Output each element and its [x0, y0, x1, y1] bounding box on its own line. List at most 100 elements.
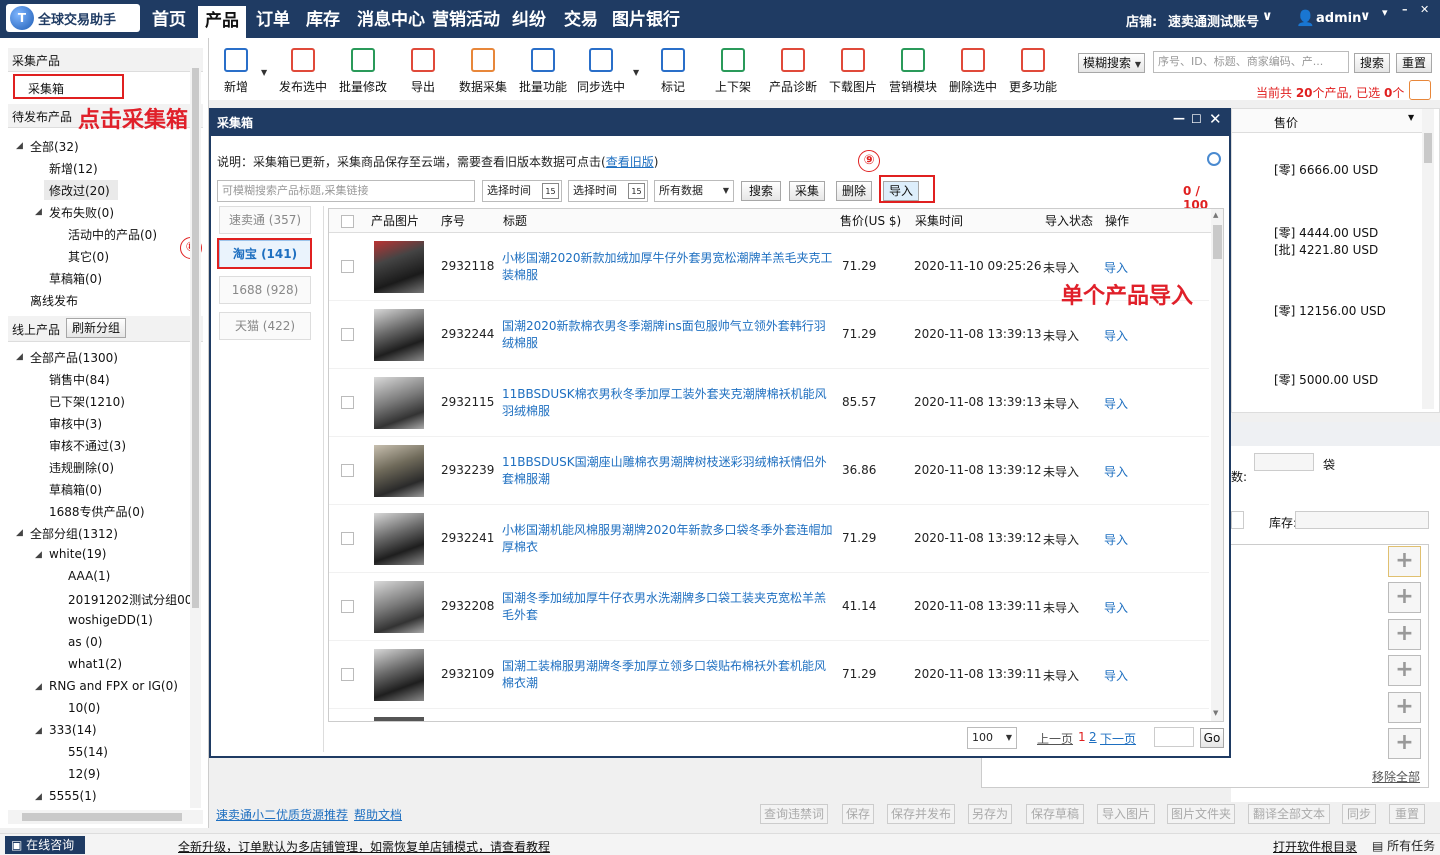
- caret-down-icon[interactable]: ▼: [633, 68, 639, 77]
- import-link[interactable]: 导入: [1104, 463, 1128, 480]
- batch-function-button[interactable]: 批量功能: [513, 46, 573, 95]
- chevron-down-icon[interactable]: ∨: [1360, 9, 1371, 24]
- save-as-button[interactable]: 另存为: [968, 804, 1012, 824]
- tree-item[interactable]: 销售中(84): [49, 371, 110, 388]
- shelve-button[interactable]: 上下架: [703, 46, 763, 95]
- tree-item[interactable]: 5555(1): [49, 789, 97, 803]
- tree-item[interactable]: what1(2): [68, 657, 122, 671]
- reset-button[interactable]: 重置: [1389, 804, 1425, 824]
- nav-trade[interactable]: 交易: [560, 0, 602, 38]
- row-checkbox[interactable]: [341, 464, 354, 477]
- chevron-down-icon[interactable]: ∨: [1262, 9, 1273, 24]
- tree-item[interactable]: RNG and FPX or IG(0): [49, 679, 178, 693]
- tree-item[interactable]: 全部分组(1312): [30, 525, 118, 542]
- source-tab-1688[interactable]: 1688 (928): [219, 276, 311, 304]
- batch-edit-button[interactable]: 批量修改: [333, 46, 393, 95]
- export-button[interactable]: 导出: [393, 46, 453, 95]
- minimize-icon[interactable]: —: [1173, 111, 1185, 125]
- add-image-button[interactable]: +: [1388, 728, 1421, 759]
- count-input[interactable]: [1254, 453, 1314, 471]
- sync-selected-button[interactable]: 同步选中: [571, 46, 631, 95]
- settings-sliders-icon[interactable]: [1409, 80, 1431, 100]
- tree-item[interactable]: 20191202测试分组001: [68, 591, 200, 608]
- product-title-link[interactable]: 11BBSDUSK棉衣男秋冬季加厚工装外套夹克潮牌棉袄机能风羽绒棉服: [502, 386, 834, 420]
- import-link[interactable]: 导入: [1104, 667, 1128, 684]
- tree-item[interactable]: 已下架(1210): [49, 393, 125, 410]
- row-checkbox[interactable]: [341, 260, 354, 273]
- table-row[interactable]: 2932115 11BBSDUSK棉衣男秋冬季加厚工装外套夹克潮牌棉袄机能风羽绒棉…: [329, 369, 1209, 437]
- table-row[interactable]: 2932109 国潮工装棉服男潮牌冬季加厚立领多口袋贴布棉袄外套机能风棉衣潮 71.…: [329, 641, 1209, 709]
- open-root-dir-link[interactable]: 打开软件根目录: [1273, 838, 1357, 855]
- publish-selected-button[interactable]: 发布选中: [273, 46, 333, 95]
- import-link[interactable]: 导入: [1104, 259, 1128, 276]
- tree-item[interactable]: 草稿箱(0): [49, 481, 102, 498]
- delete-button[interactable]: 删除: [836, 181, 872, 201]
- select-all-checkbox[interactable]: [341, 215, 354, 228]
- refresh-group-button[interactable]: 刷新分组: [66, 318, 126, 338]
- search-button[interactable]: 搜索: [741, 181, 781, 201]
- left-scrollbar[interactable]: [190, 48, 201, 808]
- menu-icon[interactable]: ▾: [1382, 6, 1388, 19]
- table-row[interactable]: 2932208 国潮冬季加绒加厚牛仔衣男水洗潮牌多口袋工装夹克宽松羊羔毛外套 41.…: [329, 573, 1209, 641]
- more-functions-button[interactable]: 更多功能: [1003, 46, 1063, 95]
- sync-button[interactable]: 同步: [1342, 804, 1376, 824]
- tree-item[interactable]: 新增(12): [49, 160, 98, 177]
- go-button[interactable]: Go: [1200, 728, 1224, 748]
- download-image-button[interactable]: 下载图片: [823, 46, 883, 95]
- tree-item[interactable]: 审核不通过(3): [49, 437, 126, 454]
- tree-item[interactable]: 离线发布: [30, 292, 78, 309]
- product-search-input[interactable]: 序号、ID、标题、商家编码、产...: [1153, 51, 1349, 73]
- nav-marketing[interactable]: 营销活动: [430, 0, 502, 38]
- stock-input[interactable]: [1295, 511, 1429, 529]
- minimize-icon[interactable]: –: [1402, 3, 1408, 16]
- tree-item[interactable]: 全部(32): [30, 138, 79, 155]
- tree-item[interactable]: 10(0): [68, 701, 100, 715]
- tree-item[interactable]: 全部产品(1300): [30, 349, 118, 366]
- product-title-link[interactable]: 11BBSDUSK国潮座山雕棉衣男潮牌树枝迷彩羽绒棉袄情侣外套棉服潮: [502, 454, 834, 488]
- source-recommend-link[interactable]: 速卖通小二优质货源推荐: [216, 806, 348, 823]
- marketing-module-button[interactable]: 营销模块: [883, 46, 943, 95]
- tree-item[interactable]: 发布失败(0): [49, 204, 114, 221]
- tree-item[interactable]: 333(14): [49, 723, 97, 737]
- product-title-link[interactable]: 小彬国潮2020新款加绒加厚牛仔外套男宽松潮牌羊羔毛夹克工装棉服: [502, 250, 834, 284]
- goto-page-input[interactable]: [1154, 727, 1194, 747]
- search-mode-select[interactable]: 模糊搜索 ▼: [1078, 53, 1145, 73]
- check-banned-words-button[interactable]: 查询违禁词: [760, 804, 828, 824]
- tree-item[interactable]: 1688专供产品(0): [49, 503, 145, 520]
- close-icon[interactable]: ✕: [1209, 110, 1222, 128]
- tree-item[interactable]: 修改过(20): [49, 182, 110, 199]
- tree-item[interactable]: woshigeDD(1): [68, 613, 153, 627]
- import-image-button[interactable]: 导入图片: [1097, 804, 1155, 824]
- save-button[interactable]: 保存: [842, 804, 874, 824]
- nav-products[interactable]: 产品: [198, 6, 246, 38]
- caret-down-icon[interactable]: ▼: [261, 68, 267, 77]
- import-link[interactable]: 导入: [1104, 599, 1128, 616]
- tree-item[interactable]: 活动中的产品(0): [68, 226, 157, 243]
- tree-item[interactable]: white(19): [49, 547, 106, 561]
- collect-search-input[interactable]: 可模糊搜索产品标题,采集链接: [217, 180, 475, 202]
- source-tab-aliexpress[interactable]: 速卖通 (357): [219, 206, 311, 234]
- nav-orders[interactable]: 订单: [252, 0, 294, 38]
- table-scrollbar[interactable]: ▲ ▼: [1211, 209, 1223, 721]
- nav-disputes[interactable]: 纠纷: [508, 0, 550, 38]
- table-row[interactable]: 2932241 小彬国潮机能风棉服男潮牌2020年新款多口袋冬季外套连帽加厚棉衣 7…: [329, 505, 1209, 573]
- all-tasks-button[interactable]: ▤ 所有任务: [1372, 837, 1435, 854]
- row-checkbox[interactable]: [341, 600, 354, 613]
- online-consult-button[interactable]: ▣ 在线咨询: [5, 836, 85, 854]
- product-title-link[interactable]: 小彬国潮机能风棉服男潮牌2020年新款多口袋冬季外套连帽加厚棉衣: [502, 522, 834, 556]
- reset-button[interactable]: 重置: [1396, 53, 1432, 73]
- table-row[interactable]: 2932239 11BBSDUSK国潮座山雕棉衣男潮牌树枝迷彩羽绒棉袄情侣外套棉服…: [329, 437, 1209, 505]
- add-image-button[interactable]: +: [1388, 582, 1421, 613]
- user-menu[interactable]: admin: [1316, 11, 1361, 26]
- mark-button[interactable]: 标记: [643, 46, 703, 95]
- row-checkbox[interactable]: [341, 532, 354, 545]
- tree-item[interactable]: as (0): [68, 635, 102, 649]
- help-doc-link[interactable]: 帮助文档: [354, 806, 402, 823]
- tree-item[interactable]: 违规删除(0): [49, 459, 114, 476]
- refresh-icon[interactable]: [1207, 152, 1221, 166]
- row-checkbox[interactable]: [341, 668, 354, 681]
- remove-all-link[interactable]: 移除全部: [1372, 768, 1420, 785]
- product-title-link[interactable]: 国潮冬季加绒加厚牛仔衣男水洗潮牌多口袋工装夹克宽松羊羔毛外套: [502, 590, 834, 624]
- nav-home[interactable]: 首页: [146, 0, 192, 38]
- add-image-button[interactable]: +: [1388, 692, 1421, 723]
